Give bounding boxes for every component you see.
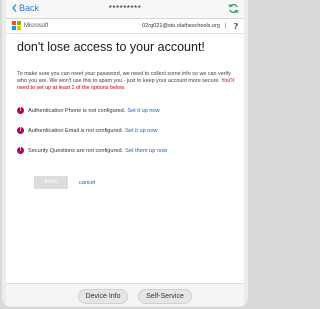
- header-separator: |: [224, 23, 226, 29]
- user-email: 02rg021@stu.olatheschools.org: [142, 23, 220, 29]
- app-header: Microsoft 02rg021@stu.olatheschools.org …: [6, 19, 244, 34]
- app-screen: Back ********* Microsoft 02rg021@stu.ola…: [6, 0, 244, 306]
- bottom-bar: Device Info Self-Service: [6, 283, 244, 306]
- cancel-link[interactable]: cancel: [79, 180, 95, 186]
- security-questions-status: Security Questions are not configured.: [28, 147, 124, 154]
- page-title: don't lose access to your account!: [17, 40, 205, 54]
- description-text: To make sure you can reset your password…: [17, 71, 231, 84]
- action-buttons: finish cancel: [34, 176, 95, 189]
- setup-questions-link[interactable]: Set them up now: [125, 148, 167, 154]
- nav-title: *********: [108, 4, 142, 13]
- brand-name: Microsoft: [24, 22, 49, 29]
- self-service-button[interactable]: Self-Service: [138, 289, 192, 304]
- navigation-bar: Back *********: [6, 0, 244, 19]
- auth-phone-status: Authentication Phone is not configured.: [28, 107, 126, 114]
- auth-email-status: Authentication Email is not configured.: [28, 127, 124, 134]
- error-circle-icon: !: [17, 107, 24, 114]
- list-item-security-questions: ! Security Questions are not configured.…: [17, 147, 167, 154]
- setup-email-link[interactable]: Set it up now: [125, 128, 157, 134]
- error-circle-icon: !: [17, 127, 24, 134]
- microsoft-logo-icon: [12, 21, 21, 30]
- finish-button[interactable]: finish: [34, 176, 68, 189]
- device-info-button[interactable]: Device Info: [78, 289, 128, 304]
- list-item-auth-email: ! Authentication Email is not configured…: [17, 127, 158, 134]
- setup-phone-link[interactable]: Set it up now: [127, 108, 159, 114]
- description: To make sure you can reset your password…: [17, 71, 237, 92]
- error-circle-icon: !: [17, 147, 24, 154]
- microsoft-logo: Microsoft: [12, 21, 48, 30]
- help-button[interactable]: ?: [233, 21, 238, 31]
- list-item-auth-phone: ! Authentication Phone is not configured…: [17, 107, 160, 114]
- refresh-icon[interactable]: [228, 3, 239, 14]
